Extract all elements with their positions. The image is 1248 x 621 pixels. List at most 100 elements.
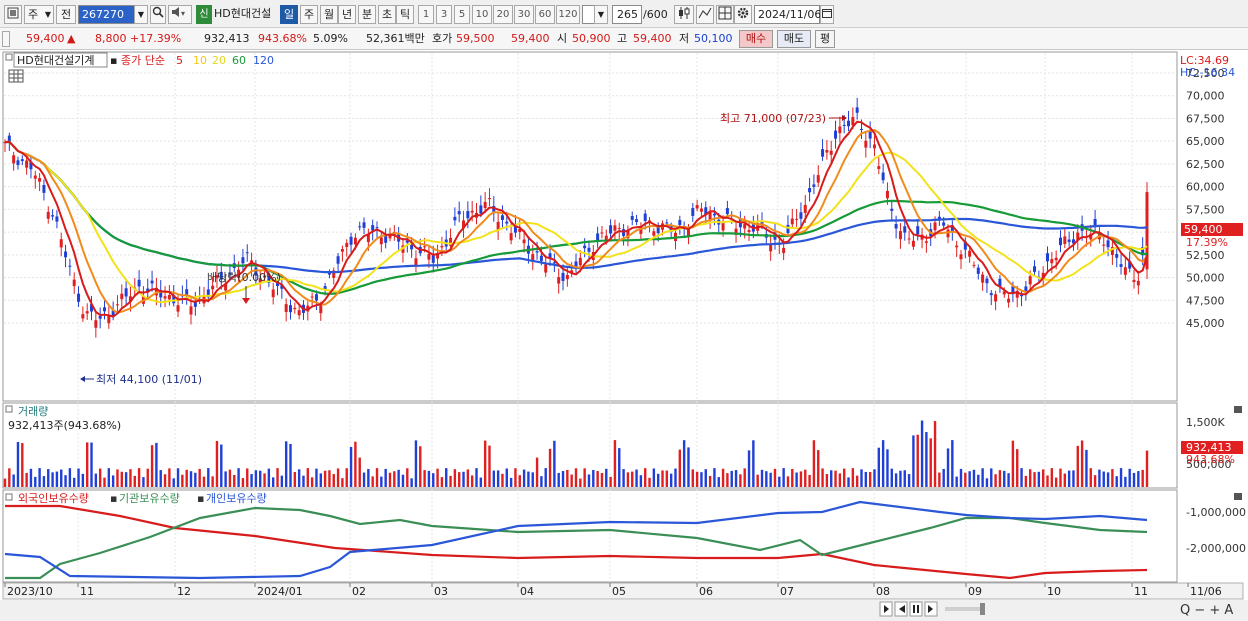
volume-bar [851,468,855,487]
buy-button[interactable]: 매수 [739,30,773,48]
price-y-axis: 72,50070,00067,50065,00062,50060,00057,5… [1186,67,1225,330]
candle-body [1007,298,1011,303]
close-icon[interactable] [1234,406,1242,413]
interval-button[interactable]: 120 [556,5,580,24]
volume-bar [505,468,508,487]
tab-day[interactable]: 일 [280,5,298,24]
volume-bar [445,468,448,487]
candle-body [743,223,747,229]
period-main-label: 주 [28,8,39,21]
crosshair-icon[interactable] [716,5,734,24]
volume-bar [466,469,470,487]
interval-button[interactable]: 5 [454,5,470,24]
volume-bar [81,473,85,487]
interval-button[interactable]: 1 [418,5,434,24]
volume-bar [21,443,24,487]
scroll-bar[interactable] [0,600,1248,621]
chart-type-icon[interactable] [4,5,22,24]
interval-button[interactable]: 30 [514,5,534,24]
x-label: 12 [177,585,191,598]
volume-bar [34,476,37,487]
interval-button[interactable]: 20 [493,5,513,24]
volume-ratio: 943.68% [258,32,307,45]
candle-body [375,227,379,229]
tab-year[interactable]: 년 [338,5,356,24]
volume-bar [77,468,80,487]
volume-bar [271,477,275,487]
date-input[interactable]: 2024/11/06 [754,5,821,24]
interval-button[interactable]: 60 [535,5,555,24]
table-icon[interactable] [8,69,24,83]
candle-body [803,204,807,213]
tab-tick[interactable]: 틱 [396,5,414,24]
candle-body [1063,236,1067,244]
interval-button[interactable]: 10 [472,5,492,24]
institution-label: 기관보유수량 [119,492,180,505]
candle-body [786,224,790,234]
prev-button[interactable]: 전 [56,5,76,24]
candle-body [855,107,859,113]
volume-bar [1029,469,1032,487]
pause-icon[interactable] [909,601,923,617]
tab-minute[interactable]: 분 [358,5,376,24]
drawing-icon[interactable] [696,5,714,24]
volume-bar [492,470,496,487]
tab-month[interactable]: 월 [320,5,338,24]
stock-code-input[interactable]: 267270 [78,5,136,24]
low-annotation: 최저 44,100 (11/01) [96,373,202,386]
volume-bar [527,471,530,487]
sound-icon[interactable]: ▾ [168,5,192,24]
volume-bar [401,474,405,487]
candle-body [1136,280,1140,286]
chevron-down-icon[interactable]: ▼ [134,5,148,24]
tab-second[interactable]: 초 [378,5,396,24]
expand-icon[interactable] [2,31,10,47]
volume-bar [760,469,764,487]
sell-button[interactable]: 매도 [777,30,811,48]
open-price: 50,900 [572,32,611,45]
chevron-down-icon[interactable]: ▼ [594,5,608,24]
close-icon[interactable] [1234,493,1242,500]
volume-bar [332,474,335,487]
candle-body [617,228,621,230]
volume-bar [730,470,733,487]
volume-bar [812,440,816,487]
zoom-slider[interactable] [945,607,985,611]
candle-icon[interactable] [674,5,694,24]
volume-bar [838,473,842,487]
candle-body [838,126,842,134]
settings-icon[interactable] [734,5,752,24]
candle-body [440,245,444,248]
ask-label: 호가 [432,32,453,45]
candle-body [12,155,16,164]
candle-body [721,222,725,231]
volume-bar [341,478,344,487]
candle-body [310,296,314,298]
volume-bar [877,447,881,487]
candle-body [652,231,656,236]
volume-summary: 932,413주(943.68%) [8,419,121,432]
period-main-select[interactable]: 주 ▼ [24,5,54,24]
x-label: 07 [780,585,794,598]
volume-bar [250,474,253,487]
candle-body [691,208,695,216]
search-icon[interactable] [150,5,166,24]
eval-button[interactable]: 평 [815,30,835,48]
price-panel [2,51,1178,402]
volume-bar [769,472,772,487]
candle-body [33,175,37,179]
volume-bar [94,473,98,487]
calendar-icon[interactable] [820,5,834,24]
volume-bar [432,473,435,487]
volume-bar [1093,475,1097,487]
volume-bar [55,471,59,487]
volume-bar [375,468,379,487]
zoom-tools-icon[interactable]: Q − + A [1180,603,1233,618]
open-label: 시 [557,32,568,45]
x-label: 11 [1134,585,1148,598]
candle-body [596,233,600,241]
interval-button[interactable]: 3 [436,5,452,24]
count-input[interactable]: 265 [612,5,642,24]
volume-bar [747,450,751,487]
tab-week[interactable]: 주 [300,5,318,24]
